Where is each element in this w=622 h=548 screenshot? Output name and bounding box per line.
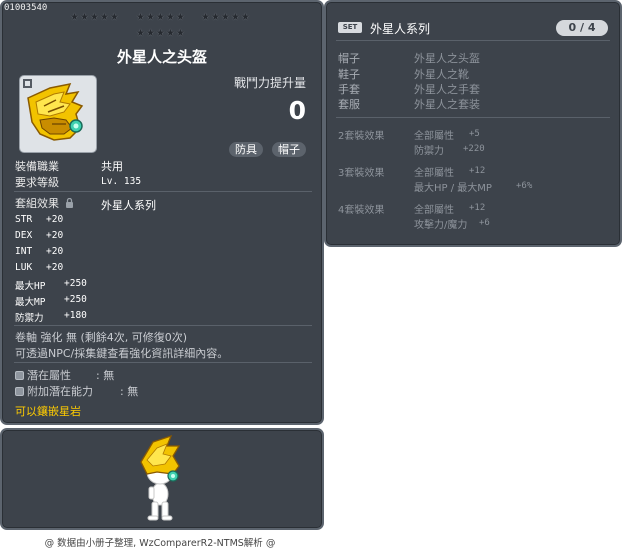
set-part-name: 外星人之套装	[414, 98, 480, 111]
bullet-icon	[15, 371, 24, 380]
stat-name-defense: 防禦力	[15, 313, 44, 324]
set-effect-4-stat-2: 攻擊力/魔力	[414, 220, 468, 231]
stat-name-str: STR	[15, 214, 33, 225]
set-part-name: 外星人之头盔	[414, 52, 480, 65]
potential-value: : 無	[96, 369, 115, 382]
set-effect-3-value-1: +12	[469, 166, 486, 176]
set-effect-label: 套組效果	[15, 195, 74, 211]
set-effects-panel: SET 外星人系列 0 / 4 帽子 外星人之头盔 鞋子 外星人之靴 手套 外星…	[324, 0, 622, 247]
tag-hat: 帽子	[272, 142, 306, 157]
stat-name-int: INT	[15, 246, 33, 257]
job-label: 裝備職業	[15, 160, 59, 173]
power-gain-value: 0	[288, 96, 306, 125]
set-effect-value: 外星人系列	[101, 199, 156, 212]
stat-value-maxhp: +250	[64, 278, 87, 289]
set-effect-4-value-1: +12	[469, 203, 486, 213]
level-label: 要求等級	[15, 176, 59, 189]
set-part-name: 外星人之靴	[414, 68, 469, 81]
set-effect-4-label: 4套裝效果	[338, 205, 385, 216]
lock-icon	[65, 197, 73, 208]
item-name: 外星人之头盔	[116, 48, 207, 66]
set-effect-2-stat-2: 防禦力	[414, 146, 444, 157]
divider-2	[14, 325, 312, 326]
set-effect-3-stat-2: 最大HP / 最大MP	[414, 183, 492, 194]
item-icon-frame	[19, 75, 97, 153]
stat-name-dex: DEX	[15, 230, 33, 241]
stat-value-int: +20	[46, 246, 64, 257]
set-part-slot: 套服	[338, 98, 360, 111]
set-effect-3-label: 3套裝效果	[338, 168, 385, 179]
item-tooltip-panel: 01003540 ★★★★★ ★★★★★ ★★★★★ ★★★★★ 外星人之头盔 …	[0, 0, 324, 425]
set-part-slot: 帽子	[338, 52, 360, 65]
helmet-icon	[27, 82, 84, 141]
set-effect-label-text: 套組效果	[15, 197, 59, 210]
item-id: 01003540	[4, 3, 48, 13]
set-part-name: 外星人之手套	[414, 83, 480, 96]
set-divider-1	[336, 40, 610, 41]
set-badge-icon: SET	[338, 22, 362, 33]
set-effect-3-value-2: +6%	[516, 181, 533, 191]
stat-name-luk: LUK	[15, 262, 33, 273]
star-force-row-1c: ★★★★★	[201, 12, 251, 23]
stat-value-maxmp: +250	[64, 294, 87, 305]
stat-name-maxhp: 最大HP	[15, 281, 46, 292]
set-effect-3-stat-1: 全部屬性	[414, 168, 454, 179]
star-force-row-1a: ★★★★★	[70, 12, 120, 23]
stat-value-defense: +180	[64, 310, 87, 321]
potential-row: 潛在屬性	[15, 367, 71, 383]
potential-label: 潛在屬性	[27, 369, 71, 382]
star-force-row-1b: ★★★★★	[136, 12, 186, 23]
set-name: 外星人系列	[370, 22, 431, 36]
power-gain-label: 戰鬥力提升量	[233, 76, 306, 90]
stat-value-dex: +20	[46, 230, 64, 241]
star-socket-text: 可以鑲嵌星岩	[15, 405, 81, 418]
set-effect-4-stat-1: 全部屬性	[414, 205, 454, 216]
divider-1	[14, 191, 312, 192]
level-value: Lv. 135	[101, 176, 142, 187]
set-part-slot: 手套	[338, 83, 360, 96]
bonus-potential-row: 附加潛在能力	[15, 383, 93, 399]
set-divider-2	[336, 117, 610, 118]
job-value: 共用	[101, 160, 123, 173]
set-effect-4-value-2: +6	[479, 218, 490, 228]
set-effect-2-stat-1: 全部屬性	[414, 131, 454, 142]
bonus-potential-label: 附加潛在能力	[27, 385, 93, 398]
credit-footer: @ 数据由小册子整理, WzComparerR2-NTMS解析 @	[44, 538, 276, 548]
set-effect-2-label: 2套裝效果	[338, 131, 385, 142]
character-preview	[140, 434, 181, 521]
stat-value-luk: +20	[46, 262, 64, 273]
stat-name-maxmp: 最大MP	[15, 297, 46, 308]
set-part-slot: 鞋子	[338, 68, 360, 81]
set-effect-2-value-2: +220	[463, 144, 485, 154]
npc-info-line: 可透過NPC/採集鍵查看強化資訊詳細內容。	[15, 347, 229, 360]
stat-value-str: +20	[46, 214, 64, 225]
character-preview-panel	[0, 428, 324, 530]
set-count-badge: 0 / 4	[556, 20, 608, 36]
bonus-potential-value: : 無	[120, 385, 139, 398]
tag-armor: 防具	[229, 142, 263, 157]
star-force-row-2: ★★★★★	[136, 28, 186, 39]
bullet-icon	[15, 387, 24, 396]
divider-3	[14, 362, 312, 363]
scroll-upgrade-line: 卷軸 強化 無 (剩餘4次, 可修復0次)	[15, 331, 188, 344]
set-effect-2-value-1: +5	[469, 129, 480, 139]
